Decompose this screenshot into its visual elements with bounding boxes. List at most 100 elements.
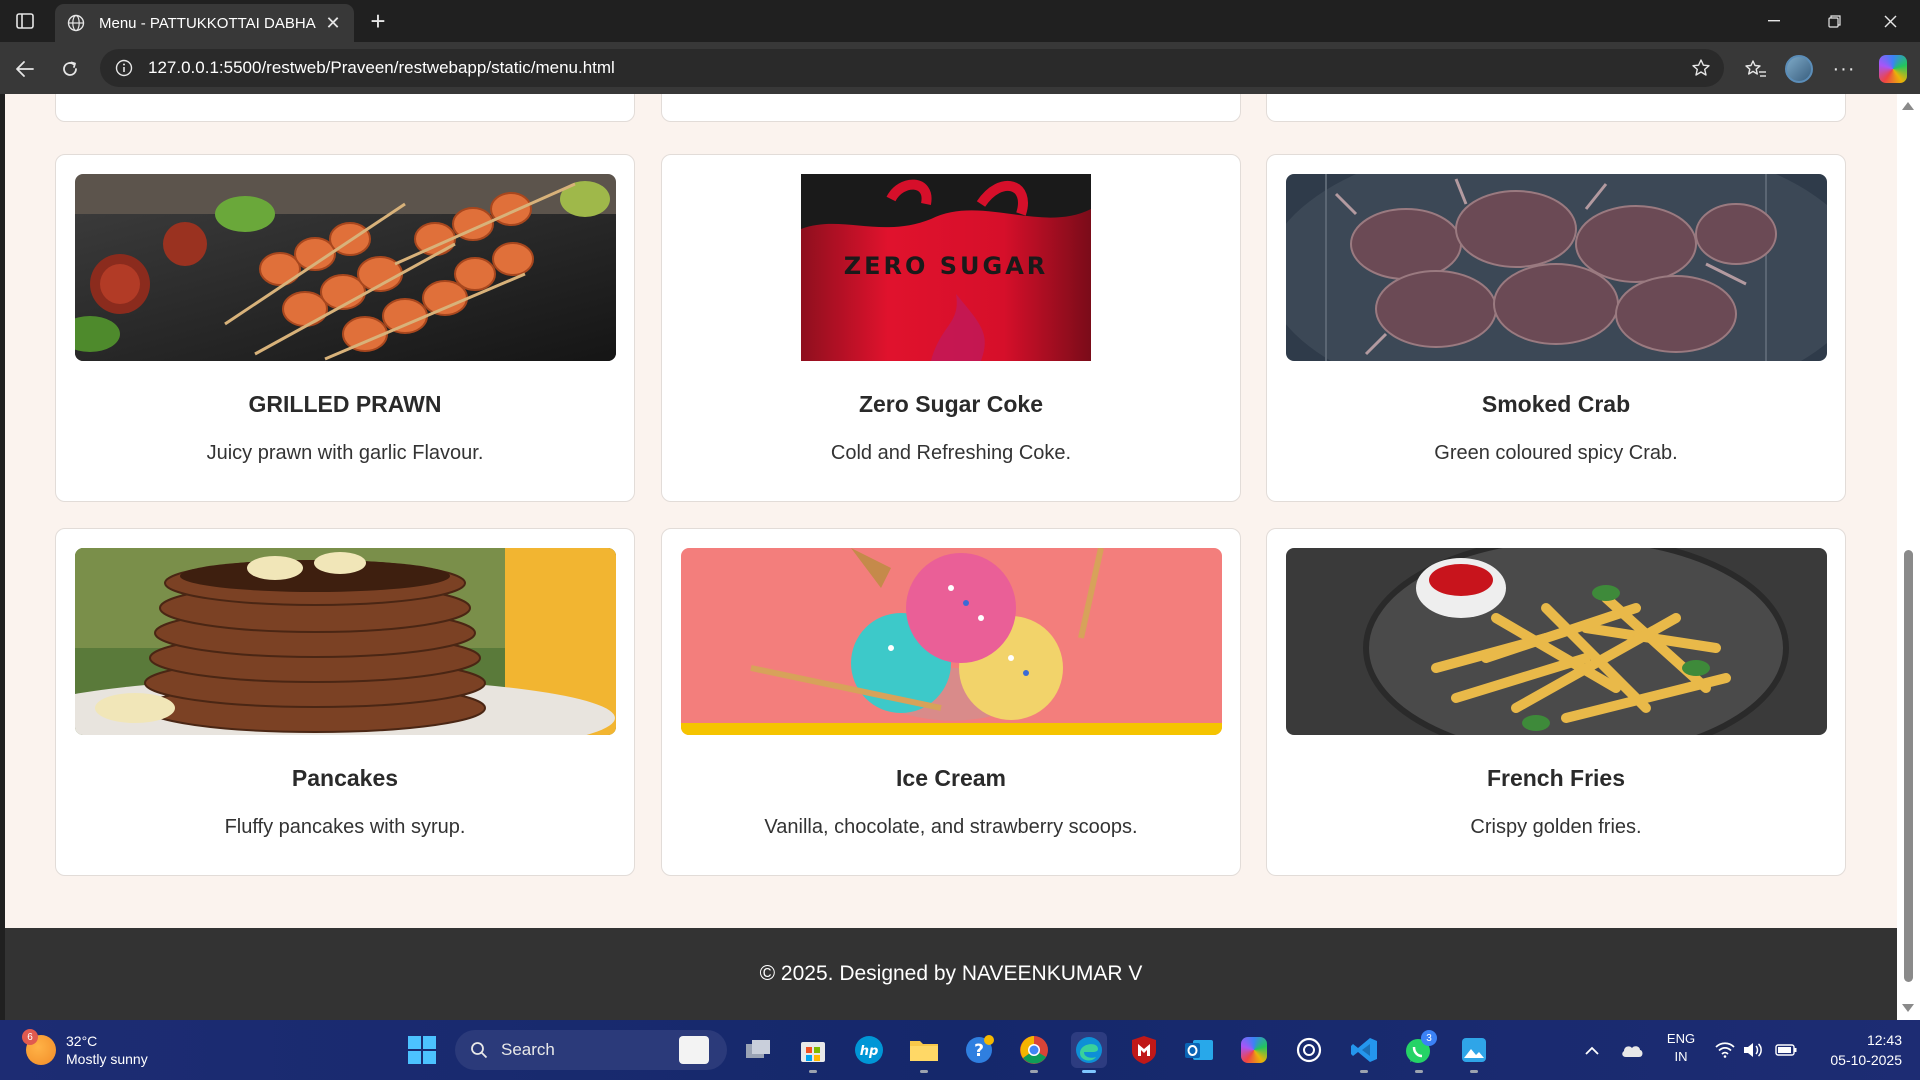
photos-icon[interactable] xyxy=(1456,1032,1492,1073)
page-scrollbar[interactable] xyxy=(1897,94,1920,1020)
hp-icon[interactable]: hp xyxy=(851,1032,887,1068)
wifi-icon[interactable] xyxy=(1714,1040,1736,1060)
chrome-icon[interactable] xyxy=(1016,1032,1052,1073)
menu-item-description: Fluffy pancakes with syrup. xyxy=(224,816,466,838)
whatsapp-icon[interactable]: 3 xyxy=(1401,1030,1437,1073)
tab-actions-icon[interactable] xyxy=(12,9,38,33)
smoked-crab-image xyxy=(1286,174,1827,361)
volume-icon[interactable] xyxy=(1742,1040,1764,1060)
clock-date: 05-10-2025 xyxy=(1830,1052,1902,1068)
menu-item-description: Green coloured spicy Crab. xyxy=(1434,442,1678,464)
menu-item-description: Vanilla, chocolate, and strawberry scoop… xyxy=(764,816,1138,838)
url-text[interactable]: 127.0.0.1:5500/restweb/Praveen/restwebap… xyxy=(148,58,1686,78)
menu-card[interactable]: GRILLED PRAWN Juicy prawn with garlic Fl… xyxy=(55,154,635,502)
menu-card[interactable]: Ice Cream Vanilla, chocolate, and strawb… xyxy=(661,528,1241,876)
menu-item-name: Pancakes xyxy=(291,765,399,791)
menu-item-name: Zero Sugar Coke xyxy=(858,391,1044,417)
chatgpt-icon[interactable] xyxy=(1291,1032,1327,1068)
new-tab-icon[interactable]: + xyxy=(364,6,392,36)
running-indicator xyxy=(1030,1070,1038,1073)
notification-badge: 6 xyxy=(22,1029,38,1045)
tuxedo-icon xyxy=(679,1036,709,1064)
grilled-prawn-image xyxy=(75,174,616,361)
scroll-down-arrow-icon[interactable] xyxy=(1902,1004,1914,1012)
copilot-app-icon[interactable] xyxy=(1236,1032,1272,1068)
favorite-star-icon[interactable] xyxy=(1686,53,1716,83)
ice-cream-image xyxy=(681,548,1222,735)
scroll-thumb[interactable] xyxy=(1904,550,1913,982)
weather-condition: Mostly sunny xyxy=(66,1051,148,1067)
back-arrow-icon[interactable] xyxy=(8,52,42,86)
windows-taskbar: 6 32°C Mostly sunny Search hp ? 3 ENG IN… xyxy=(0,1020,1920,1080)
language-indicator[interactable]: ENG IN xyxy=(1664,1030,1698,1066)
weather-temperature: 32°C xyxy=(66,1033,98,1049)
pancakes-image xyxy=(75,548,616,735)
microsoft-store-icon[interactable] xyxy=(795,1032,831,1073)
menu-item-description: Juicy prawn with garlic Flavour. xyxy=(206,442,484,464)
notification-badge: 3 xyxy=(1421,1030,1437,1046)
menu-item-name: Smoked Crab xyxy=(1481,391,1631,417)
svg-text:hp: hp xyxy=(860,1044,879,1059)
menu-card-partial xyxy=(55,94,635,122)
edge-icon[interactable] xyxy=(1071,1032,1107,1073)
browser-tab-bar: Menu - PATTUKKOTTAI DABHA ✕ + xyxy=(0,0,1920,42)
mcafee-icon[interactable] xyxy=(1126,1032,1162,1068)
coke-can-image: ZERO SUGAR xyxy=(681,174,1222,361)
running-indicator xyxy=(920,1070,928,1073)
favorites-icon[interactable] xyxy=(1741,54,1771,84)
menu-card[interactable]: Pancakes Fluffy pancakes with syrup. xyxy=(55,528,635,876)
menu-card-partial xyxy=(661,94,1241,122)
page-footer: © 2025. Designed by NAVEENKUMAR V xyxy=(5,928,1897,1020)
chevron-up-icon[interactable] xyxy=(1580,1040,1604,1060)
site-info-icon[interactable] xyxy=(114,58,134,78)
refresh-icon[interactable] xyxy=(53,52,87,86)
taskbar-search[interactable]: Search xyxy=(455,1030,727,1070)
globe-icon xyxy=(65,12,87,34)
search-label: Search xyxy=(501,1040,555,1059)
outlook-icon[interactable] xyxy=(1181,1032,1217,1068)
tab-title: Menu - PATTUKKOTTAI DABHA xyxy=(99,14,316,32)
system-clock[interactable]: 12:43 05-10-2025 xyxy=(1812,1030,1902,1070)
menu-item-description: Cold and Refreshing Coke. xyxy=(830,442,1072,464)
restore-icon[interactable] xyxy=(1806,0,1862,42)
menu-item-name: Ice Cream xyxy=(896,765,1006,791)
browser-toolbar: 127.0.0.1:5500/restweb/Praveen/restwebap… xyxy=(0,42,1920,94)
sun-icon: 6 xyxy=(22,1029,56,1065)
page-viewport: GRILLED PRAWN Juicy prawn with garlic Fl… xyxy=(5,94,1897,1020)
running-indicator xyxy=(1415,1070,1423,1073)
scroll-up-arrow-icon[interactable] xyxy=(1902,102,1914,110)
menu-card[interactable]: Smoked Crab Green coloured spicy Crab. xyxy=(1266,154,1846,502)
clock-time: 12:43 xyxy=(1866,1032,1902,1048)
weather-widget[interactable]: 6 32°C Mostly sunny xyxy=(22,1029,148,1070)
close-window-icon[interactable] xyxy=(1862,0,1918,42)
minimize-icon[interactable] xyxy=(1746,0,1802,42)
onedrive-cloud-icon[interactable] xyxy=(1618,1038,1646,1062)
windows-start-icon[interactable] xyxy=(404,1032,440,1068)
svg-text:?: ? xyxy=(974,1041,984,1061)
address-bar[interactable]: 127.0.0.1:5500/restweb/Praveen/restwebap… xyxy=(100,49,1724,87)
battery-icon[interactable] xyxy=(1774,1040,1798,1060)
running-indicator xyxy=(1470,1070,1478,1073)
menu-card[interactable]: ZERO SUGAR Zero Sugar Coke Cold and Refr… xyxy=(661,154,1241,502)
running-indicator xyxy=(809,1070,817,1073)
language-code: ENG xyxy=(1666,1031,1696,1046)
close-tab-icon[interactable]: ✕ xyxy=(322,12,344,34)
copilot-icon[interactable] xyxy=(1878,54,1908,84)
help-icon[interactable]: ? xyxy=(961,1032,997,1068)
profile-avatar[interactable] xyxy=(1784,54,1814,84)
running-indicator xyxy=(1360,1070,1368,1073)
search-icon xyxy=(469,1040,489,1060)
footer-copyright: © 2025. Designed by NAVEENKUMAR V xyxy=(759,962,1143,985)
file-explorer-icon[interactable] xyxy=(906,1032,942,1073)
menu-card[interactable]: French Fries Crispy golden fries. xyxy=(1266,528,1846,876)
menu-card-partial xyxy=(1266,94,1846,122)
task-view-icon[interactable] xyxy=(740,1032,776,1068)
browser-tab-active[interactable]: Menu - PATTUKKOTTAI DABHA ✕ xyxy=(55,4,354,42)
region-code: IN xyxy=(1674,1049,1688,1064)
coke-can-label: ZERO SUGAR xyxy=(844,252,1049,280)
menu-item-name: GRILLED PRAWN xyxy=(248,391,442,417)
more-options-icon[interactable]: ··· xyxy=(1829,54,1859,84)
french-fries-image xyxy=(1286,548,1827,735)
vscode-icon[interactable] xyxy=(1346,1032,1382,1073)
active-indicator xyxy=(1082,1070,1096,1073)
